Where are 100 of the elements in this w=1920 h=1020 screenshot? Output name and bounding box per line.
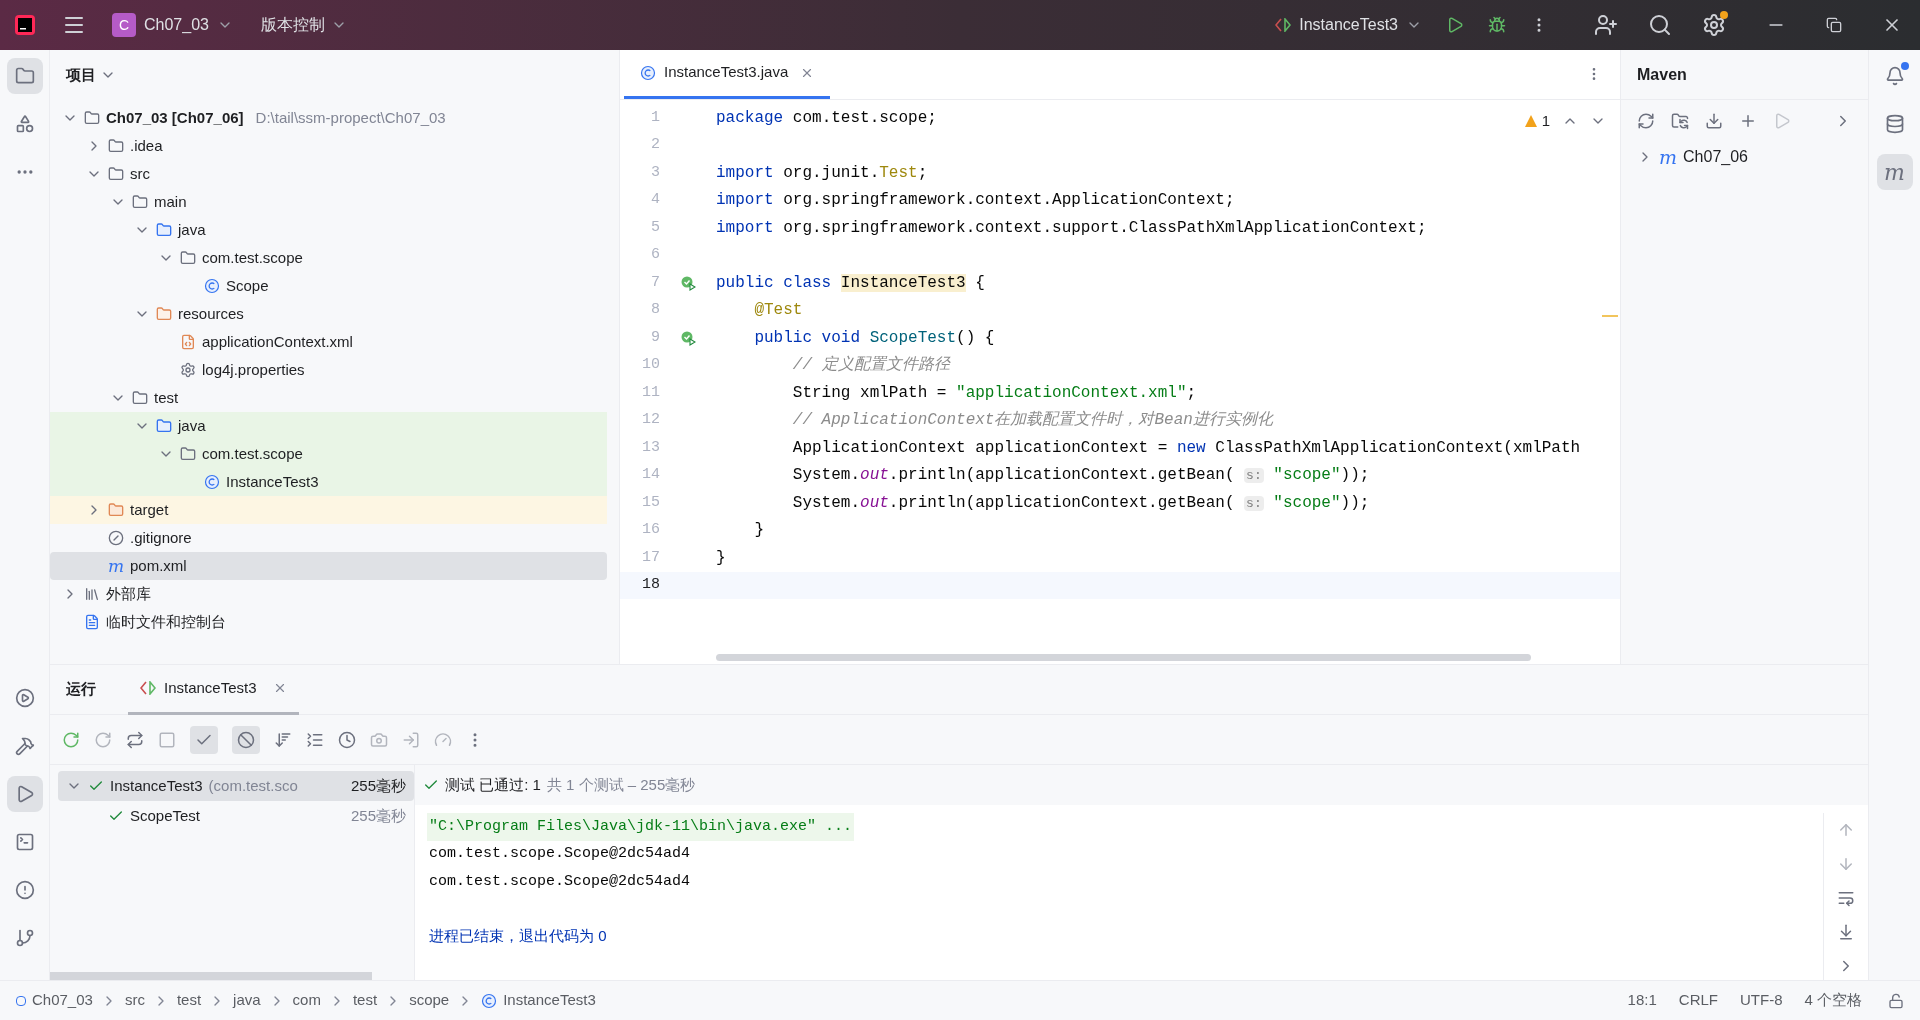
- tree-item[interactable]: InstanceTest3: [50, 468, 607, 496]
- gear-icon: [180, 362, 196, 378]
- code-line: public class InstanceTest3 {: [716, 272, 985, 294]
- line-number: 18: [641, 575, 660, 595]
- test-item[interactable]: ScopeTest 255毫秒: [58, 801, 414, 831]
- panel-title: Maven: [1637, 64, 1687, 85]
- tree-item[interactable]: 外部库: [50, 580, 607, 608]
- warning-count[interactable]: 1: [1523, 110, 1550, 133]
- add-icon[interactable]: [1739, 112, 1757, 130]
- editor-tab[interactable]: InstanceTest3.java: [624, 49, 831, 99]
- console-output: com.test.scope.Scope@2dc54ad4: [428, 844, 692, 864]
- tree-item[interactable]: resources: [50, 300, 607, 328]
- horizontal-scrollbar[interactable]: [716, 654, 1531, 661]
- tree-item[interactable]: m Ch07_06: [1621, 142, 1868, 172]
- search-icon[interactable]: [1648, 13, 1672, 37]
- line-number: 1: [650, 107, 660, 128]
- breadcrumb[interactable]: InstanceTest3: [481, 989, 596, 1012]
- breadcrumb[interactable]: com: [292, 989, 321, 1012]
- package-icon: [180, 250, 196, 266]
- run-icon[interactable]: [1446, 16, 1464, 34]
- restore-icon[interactable]: [1826, 17, 1842, 33]
- breadcrumb[interactable]: scope: [409, 989, 450, 1012]
- xml-file-icon: [180, 334, 196, 350]
- folder-icon: [132, 390, 148, 406]
- settings-icon[interactable]: [1702, 13, 1726, 37]
- test-item[interactable]: InstanceTest3 (com.test.sco 255毫秒: [58, 771, 414, 801]
- vcs-widget[interactable]: 版本控制: [260, 13, 347, 37]
- project-badge: C: [112, 13, 136, 37]
- folder-icon: [108, 138, 124, 154]
- run-tab[interactable]: InstanceTest3: [128, 664, 299, 715]
- code-line: package com.test.scope;: [716, 107, 937, 129]
- tree-item[interactable]: com.test.scope: [50, 440, 607, 468]
- tree-item[interactable]: m pom.xml: [50, 552, 607, 580]
- horizontal-scrollbar[interactable]: [50, 972, 372, 980]
- line-number: 5: [650, 217, 660, 238]
- scroll-end-icon[interactable]: [1837, 923, 1855, 941]
- breadcrumb[interactable]: Ch07_03: [16, 989, 93, 1012]
- breadcrumb[interactable]: test: [352, 989, 378, 1012]
- reload-icon[interactable]: [1637, 112, 1655, 130]
- toggle-rerun-icon[interactable]: [126, 730, 144, 749]
- breadcrumb[interactable]: test: [176, 989, 202, 1012]
- class-icon: [204, 278, 220, 294]
- folder-sync-icon[interactable]: [1671, 112, 1689, 130]
- tree-item[interactable]: applicationContext.xml: [50, 328, 607, 356]
- run-test-icon[interactable]: [680, 329, 696, 346]
- project-name: Ch07_03: [144, 15, 209, 35]
- maven-tool-button[interactable]: m: [1876, 154, 1913, 190]
- code-line: String xmlPath = "applicationContext.xml";: [791, 382, 1197, 404]
- run-test-icon[interactable]: [680, 274, 696, 291]
- folder-icon: [156, 306, 172, 322]
- breadcrumb[interactable]: java: [233, 989, 261, 1012]
- tree-item[interactable]: .gitignore: [50, 524, 607, 552]
- tree-item[interactable]: Scope: [50, 272, 607, 300]
- tree-item[interactable]: java: [50, 216, 607, 244]
- project-tool-icon[interactable]: [6, 58, 43, 94]
- show-passed-toggle[interactable]: [190, 725, 218, 754]
- status-item[interactable]: UTF-8: [1740, 989, 1783, 1012]
- library-icon: [84, 586, 100, 602]
- code-line: @Test: [753, 300, 803, 322]
- lock-icon[interactable]: [1888, 992, 1904, 1009]
- class-icon: [481, 992, 498, 1009]
- breadcrumb[interactable]: src: [124, 989, 145, 1012]
- line-number: 10: [641, 355, 660, 375]
- class-icon: [640, 64, 656, 81]
- folder-icon: [108, 502, 124, 518]
- run-config-icon: [140, 681, 156, 695]
- tree-item[interactable]: 临时文件和控制台: [50, 608, 607, 636]
- wrap-icon[interactable]: [1837, 889, 1855, 907]
- folder-icon: [156, 418, 172, 434]
- sort-icon[interactable]: [274, 730, 292, 749]
- collapse-icon[interactable]: [306, 730, 324, 749]
- tree-item[interactable]: Ch07_03 [Ch07_06] D:\tail\ssm-propect\Ch07_03: [50, 104, 607, 132]
- tree-item[interactable]: src: [50, 160, 607, 188]
- code-line: import org.springframework.context.ApplicationContext;: [716, 190, 1235, 212]
- tree-item[interactable]: log4j.properties: [50, 356, 607, 384]
- status-item[interactable]: CRLF: [1678, 989, 1718, 1012]
- tree-item[interactable]: java: [50, 412, 607, 440]
- add-user-icon[interactable]: [1594, 13, 1618, 37]
- project-widget[interactable]: C Ch07_03: [108, 13, 237, 37]
- history-icon[interactable]: [338, 730, 356, 749]
- tree-item[interactable]: main: [50, 188, 607, 216]
- show-ignored-toggle[interactable]: [232, 725, 260, 754]
- status-item[interactable]: 4 个空格: [1804, 989, 1862, 1012]
- code-line: import org.springframework.context.support.ClassPathXmlApplicationContext;: [716, 217, 1427, 239]
- ignore-file-icon: [108, 530, 124, 546]
- line-number: 7: [650, 272, 660, 293]
- tree-item[interactable]: target: [50, 496, 607, 524]
- tree-item[interactable]: .idea: [50, 132, 607, 160]
- run-config-selector[interactable]: InstanceTest3: [1275, 13, 1422, 37]
- run-tool-icon[interactable]: [6, 776, 43, 812]
- code-line: // ApplicationContext在加载配置文件时，对Bean进行实例化: [791, 409, 1273, 432]
- warning-icon: [1523, 114, 1538, 129]
- tree-item[interactable]: test: [50, 384, 607, 412]
- tree-item[interactable]: com.test.scope: [50, 244, 607, 272]
- line-number: 6: [650, 245, 660, 265]
- panel-title[interactable]: 项目: [66, 63, 96, 87]
- download-icon[interactable]: [1705, 112, 1723, 130]
- status-item[interactable]: 18:1: [1627, 989, 1657, 1012]
- line-number: 14: [641, 465, 660, 485]
- debug-icon[interactable]: [1488, 16, 1506, 34]
